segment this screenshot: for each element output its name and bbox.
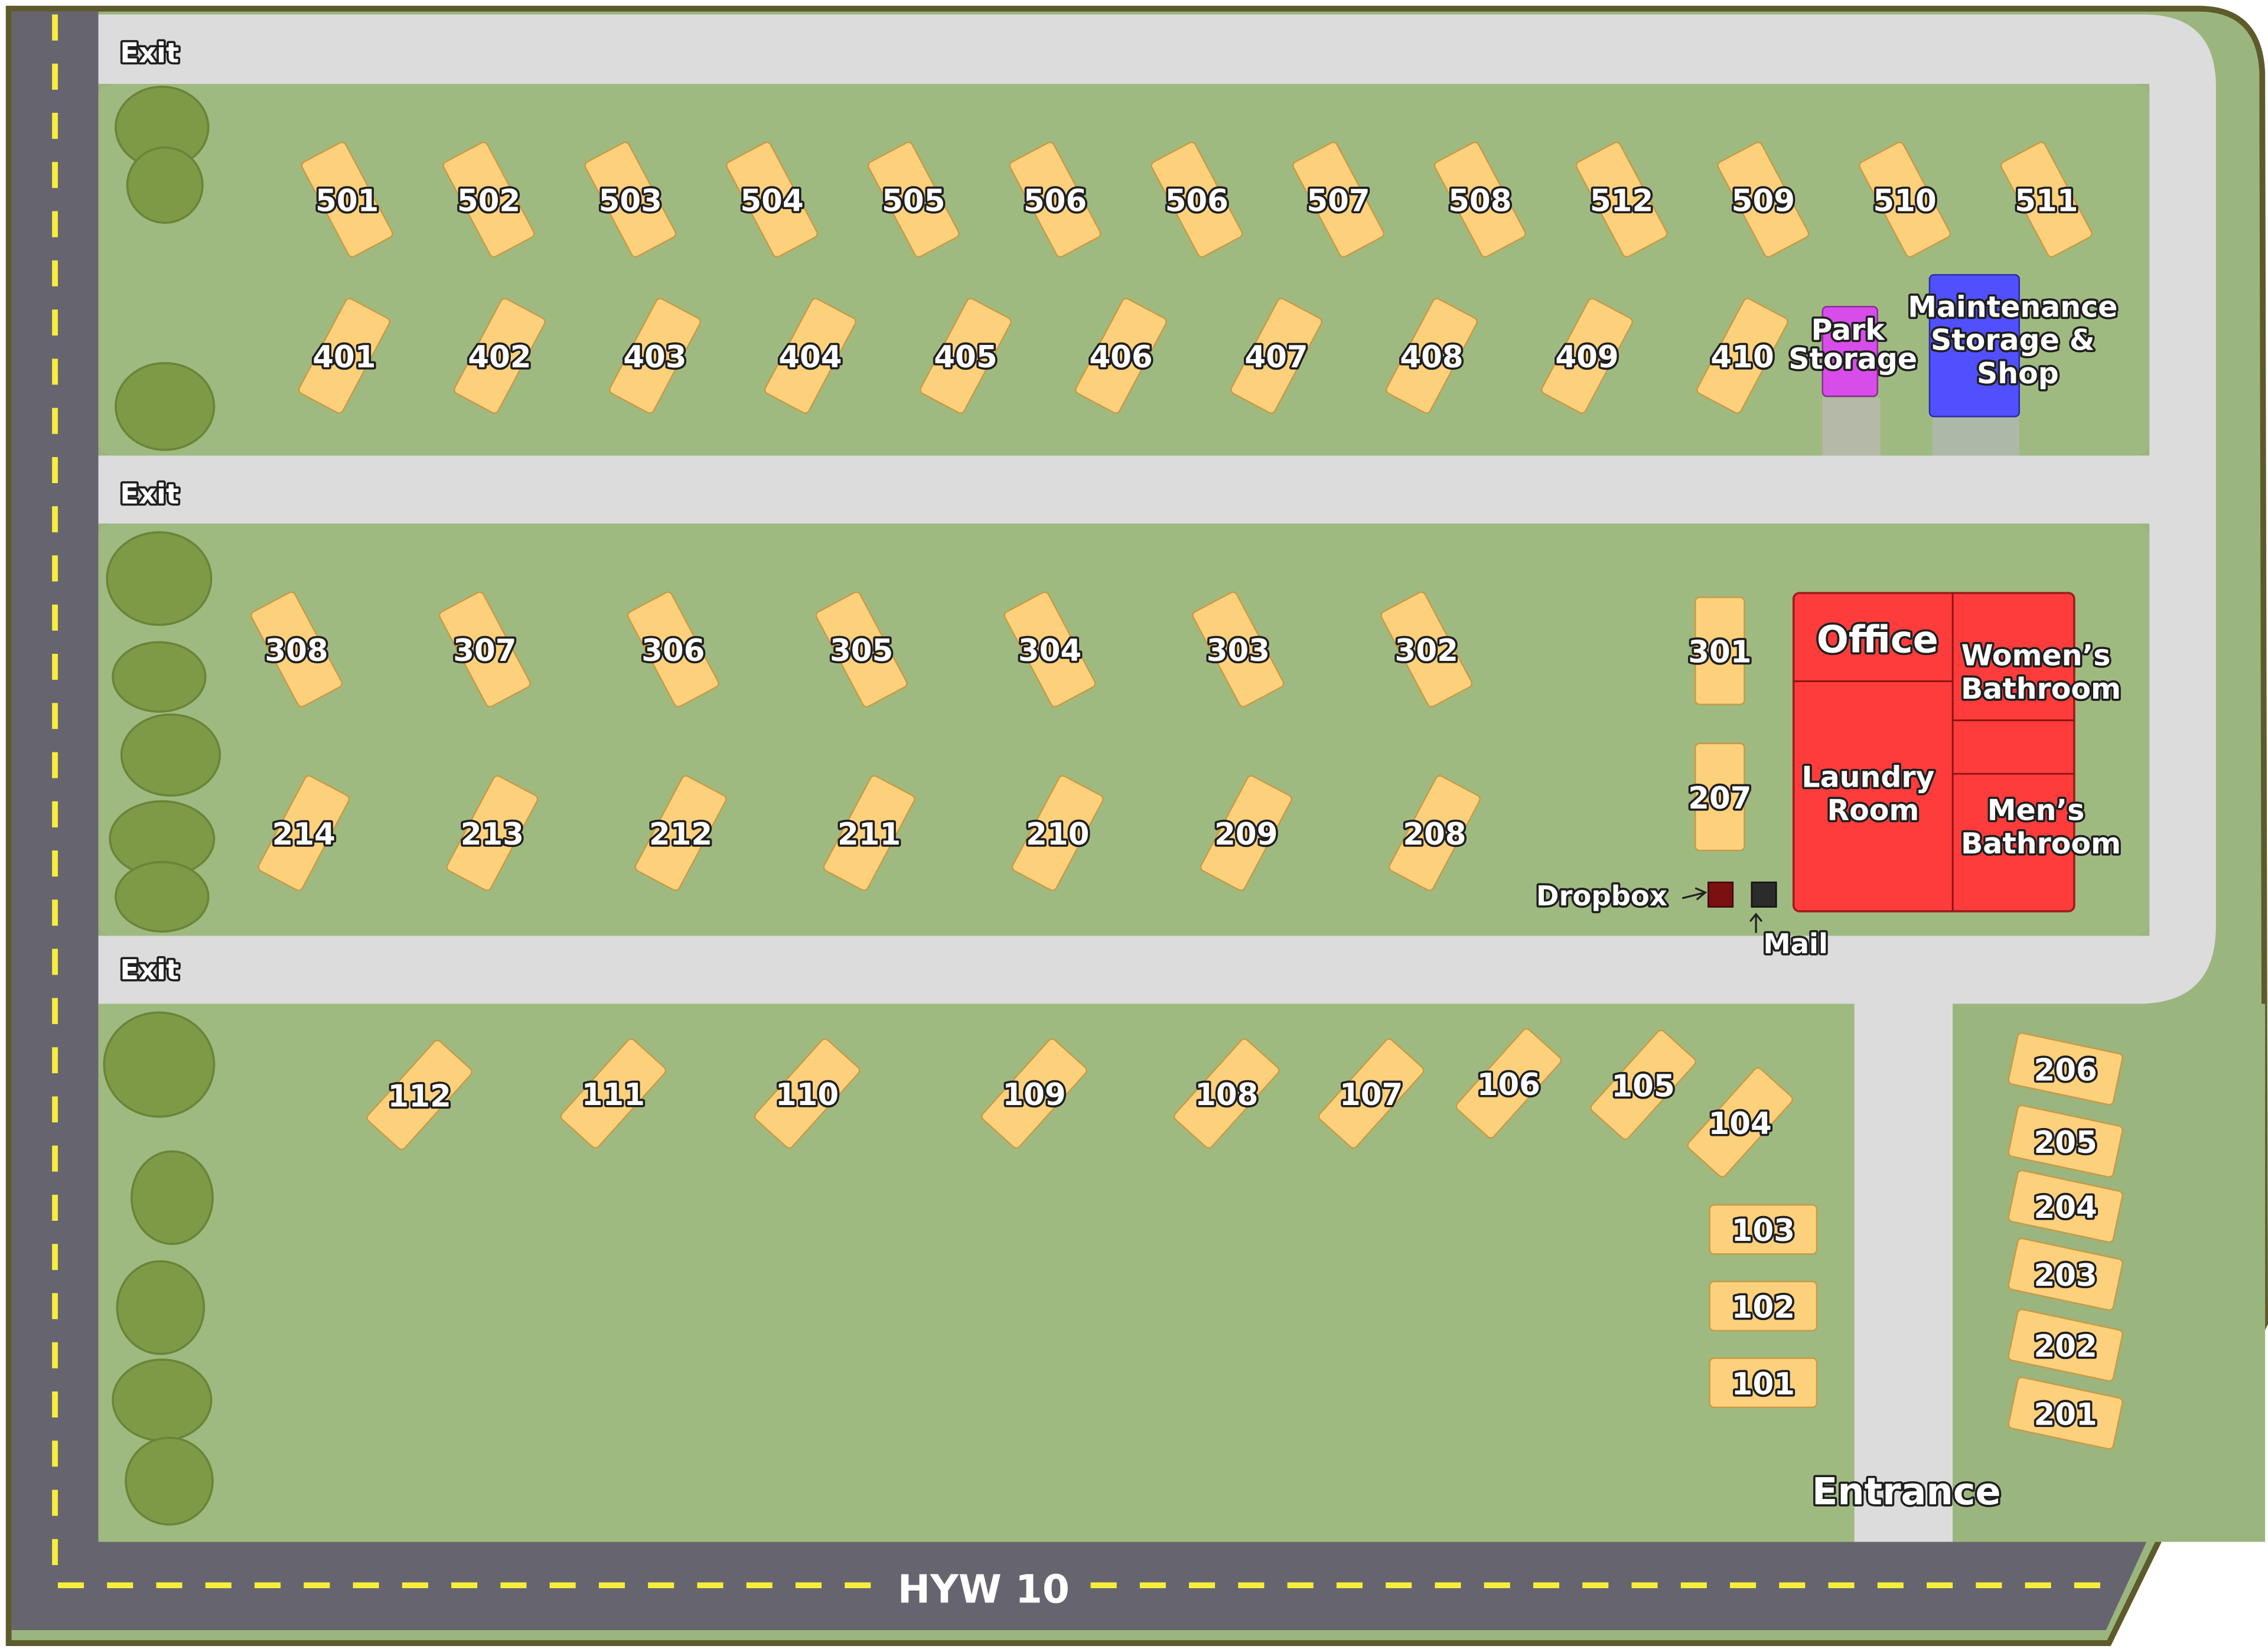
lot-label: 307 [453,633,516,669]
lot-label: 502 [457,184,520,219]
lot-207[interactable]: 207 [1686,742,1754,852]
mail-box[interactable] [1751,881,1777,908]
lot-label: 510 [1873,184,1936,219]
lot-label: 104 [1708,1106,1771,1142]
lot-label: 512 [1590,184,1653,219]
lot-label: 201 [2034,1397,2097,1432]
lot-label: 214 [272,817,335,852]
lot-label: 507 [1306,184,1370,219]
lot-label: 410 [1710,340,1774,375]
entrance-label: Entrance [1812,1470,2001,1514]
exit-label-middle: Exit [120,478,179,510]
tree-icon [116,1260,206,1355]
lot-label: 105 [1611,1068,1674,1104]
exit-label-south: Exit [120,954,179,986]
lot-label: 511 [2015,184,2078,219]
lot-label: 302 [1395,633,1458,669]
lot-label: 210 [1026,817,1089,852]
lot-label: 508 [1448,184,1511,219]
maintenance-line3: Shop [1977,357,2059,390]
lot-label: 501 [315,184,379,219]
lot-label: 404 [778,340,842,375]
lot-label: 112 [388,1078,451,1114]
tree-icon [131,1150,214,1245]
park-storage-shadow [1822,397,1881,456]
maintenance-line2: Storage & [1931,324,2095,357]
lot-label: 406 [1089,340,1152,375]
lot-label: 301 [1688,635,1751,670]
office-label: Office [1817,618,1938,661]
mens-line2: Bathroom [1961,827,2121,861]
lot-label: 110 [775,1077,839,1113]
dropbox-label: Dropbox [1536,880,1667,912]
maintenance-shadow [1932,415,2019,456]
tree-icon [106,531,213,626]
lot-103[interactable]: 103 [1709,1204,1818,1255]
lot-label: 503 [599,184,662,219]
lot-label: 408 [1400,340,1463,375]
lot-label: 209 [1214,817,1278,852]
lot-label: 203 [2034,1258,2097,1293]
lot-label: 405 [934,340,997,375]
lot-101[interactable]: 101 [1709,1357,1818,1409]
lot-label: 506 [1165,184,1228,219]
lot-label: 207 [1688,781,1751,816]
lot-label: 402 [468,340,531,375]
womens-line2: Bathroom [1961,672,2121,706]
highway-label: HYW 10 [898,1566,1070,1612]
lot-label: 401 [312,340,376,375]
laundry-line1: Laundry [1801,760,1934,794]
park-storage-line2: Storage [1788,342,1917,376]
lot-301[interactable]: 301 [1686,597,1754,705]
lot-label: 103 [1732,1213,1795,1249]
lot-label: 211 [838,817,901,852]
exit-label-north: Exit [120,37,179,69]
lot-label: 108 [1195,1077,1258,1113]
tree-icon [112,641,207,713]
lot-label: 107 [1340,1077,1403,1113]
lot-label: 102 [1732,1290,1795,1325]
lot-label: 212 [649,817,712,852]
tree-icon [109,800,216,933]
lot-label: 306 [641,633,705,669]
map-canvas: HYW 10 Exit Exit Exit Entrance 501 502 503… [5,5,2268,1646]
lot-label: 308 [265,633,328,669]
lot-label: 403 [623,340,686,375]
lot-label: 305 [830,633,893,669]
maintenance-line1: Maintenance [1908,290,2117,324]
tree-icon [115,361,216,451]
womens-bathroom-label: Women’s Bathroom [1961,639,2121,706]
lot-102[interactable]: 102 [1709,1280,1818,1332]
mens-line1: Men’s [1987,794,2085,827]
mail-label: Mail [1763,928,1828,960]
lot-label: 111 [582,1077,645,1113]
lot-label: 506 [1024,184,1087,219]
lot-label: 206 [2034,1052,2097,1088]
lot-label: 303 [1207,633,1270,669]
lot-label: 109 [1002,1077,1065,1113]
lot-label: 213 [461,817,524,852]
lot-label: 205 [2034,1125,2097,1161]
lot-label: 208 [1403,817,1466,852]
lot-label: 504 [740,184,803,219]
lot-label: 106 [1477,1067,1540,1103]
lot-label: 509 [1732,184,1795,219]
lot-label: 101 [1732,1367,1795,1402]
lot-label: 505 [882,184,945,219]
dropbox-box[interactable] [1707,881,1734,908]
lot-label: 304 [1018,633,1081,669]
lot-label: 409 [1555,340,1618,375]
laundry-line2: Room [1827,794,1919,827]
womens-line1: Women’s [1961,639,2111,673]
lot-label: 202 [2034,1329,2097,1364]
lot-area-row-100 [98,1003,1855,1542]
lot-label: 407 [1244,340,1308,375]
lot-label: 204 [2034,1190,2097,1226]
tree-icon [103,1011,216,1118]
tree-icon [120,713,221,797]
park-map: HYW 10 Exit Exit Exit Entrance 501 502 503… [0,0,2268,1649]
